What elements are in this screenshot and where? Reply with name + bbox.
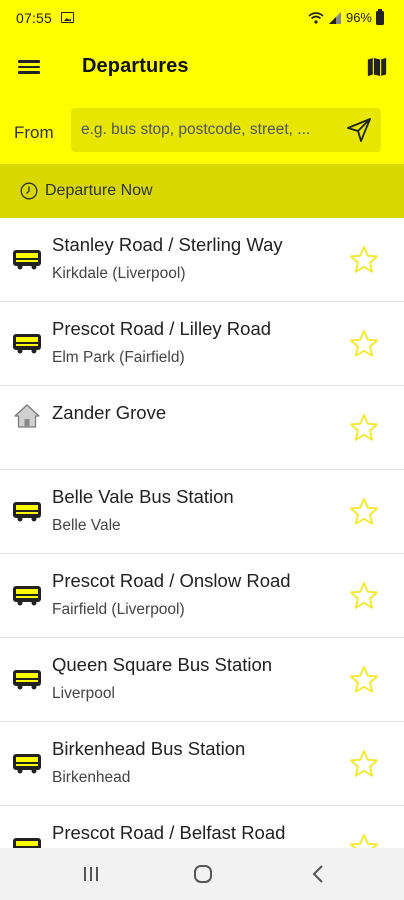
home-icon — [14, 404, 40, 428]
list-item[interactable]: Zander Grove — [0, 386, 404, 470]
bus-icon — [13, 670, 41, 690]
bus-icon — [13, 334, 41, 354]
system-nav-bar — [0, 848, 404, 900]
recent-apps-icon[interactable] — [82, 866, 100, 882]
bus-icon — [13, 502, 41, 522]
system-icons: 96% — [308, 8, 384, 25]
departure-now-selector[interactable]: Departure Now — [0, 164, 404, 218]
stop-name: Zander Grove — [52, 402, 167, 423]
stop-name: Prescot Road / Onslow Road — [52, 570, 291, 591]
stop-area: Liverpool — [52, 685, 115, 702]
search-box — [71, 108, 381, 152]
wifi-call-icon — [308, 11, 324, 24]
stop-area: Elm Park (Fairfield) — [52, 349, 185, 366]
favourite-star-icon[interactable] — [348, 328, 380, 360]
list-item[interactable]: Prescot Road / Belfast Road — [0, 806, 404, 848]
stops-list: Stanley Road / Sterling Way Kirkdale (Li… — [0, 218, 404, 848]
status-bar: 07:55 96% — [0, 0, 404, 36]
search-bar: From — [0, 98, 404, 164]
app-bar: Departures — [0, 36, 404, 98]
stop-name: Prescot Road / Lilley Road — [52, 318, 272, 339]
favourite-star-icon[interactable] — [348, 748, 380, 780]
stop-area: Birkenhead — [52, 769, 131, 786]
status-time: 07:55 — [16, 10, 53, 26]
map-icon[interactable] — [366, 56, 388, 78]
list-item[interactable]: Belle Vale Bus Station Belle Vale — [0, 470, 404, 554]
from-search-input[interactable] — [71, 108, 343, 152]
bus-icon — [13, 754, 41, 774]
stop-name: Queen Square Bus Station — [52, 654, 273, 675]
clock-icon — [20, 182, 38, 200]
stop-name: Belle Vale Bus Station — [52, 486, 234, 507]
favourite-star-icon[interactable] — [348, 832, 380, 848]
departure-now-label: Departure Now — [45, 182, 153, 199]
bus-icon — [13, 838, 41, 848]
list-item[interactable]: Birkenhead Bus Station Birkenhead — [0, 722, 404, 806]
back-icon[interactable] — [310, 864, 326, 884]
stop-name: Prescot Road / Belfast Road — [52, 822, 286, 843]
home-nav-icon[interactable] — [193, 864, 213, 884]
favourite-star-icon[interactable] — [348, 496, 380, 528]
stop-area: Fairfield (Liverpool) — [52, 601, 185, 618]
list-item[interactable]: Queen Square Bus Station Liverpool — [0, 638, 404, 722]
gallery-notification-icon — [61, 12, 74, 23]
battery-percent: 96% — [345, 10, 372, 25]
stop-name: Birkenhead Bus Station — [52, 738, 246, 759]
favourite-star-icon[interactable] — [348, 412, 380, 444]
list-item[interactable]: Stanley Road / Sterling Way Kirkdale (Li… — [0, 218, 404, 302]
page-title: Departures — [82, 55, 189, 77]
menu-icon[interactable] — [18, 57, 42, 77]
bus-icon — [13, 250, 41, 270]
battery-icon — [376, 8, 384, 25]
stop-area: Kirkdale (Liverpool) — [52, 265, 186, 282]
favourite-star-icon[interactable] — [348, 664, 380, 696]
list-item[interactable]: Prescot Road / Onslow Road Fairfield (Li… — [0, 554, 404, 638]
favourite-star-icon[interactable] — [348, 244, 380, 276]
list-item[interactable]: Prescot Road / Lilley Road Elm Park (Fai… — [0, 302, 404, 386]
location-arrow-icon[interactable] — [345, 116, 373, 144]
signal-icon — [328, 11, 341, 24]
stop-area: Belle Vale — [52, 517, 121, 534]
from-label: From — [14, 123, 54, 142]
favourite-star-icon[interactable] — [348, 580, 380, 612]
stop-name: Stanley Road / Sterling Way — [52, 234, 283, 255]
bus-icon — [13, 586, 41, 606]
